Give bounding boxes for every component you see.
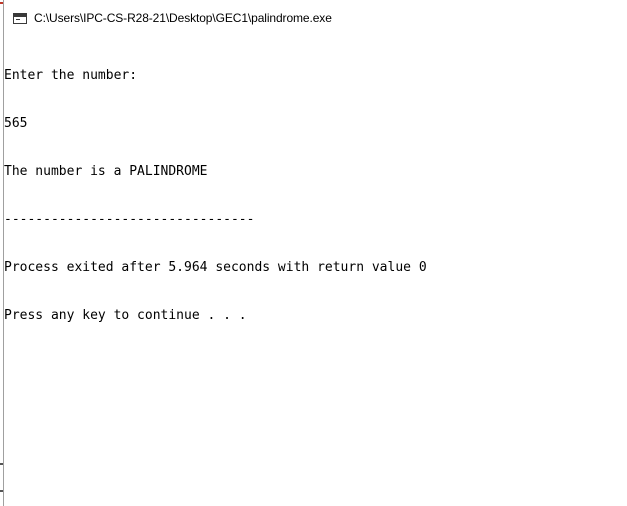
- console-line-result: The number is a PALINDROME: [4, 164, 208, 179]
- console-line-separator: --------------------------------: [4, 212, 255, 227]
- console-window[interactable]: C:\Users\IPC-CS-R28-21\Desktop\GEC1\pali…: [4, 0, 627, 506]
- edge-mark-top: [0, 2, 3, 4]
- console-output[interactable]: Enter the number: 565 The number is a PA…: [4, 36, 627, 506]
- console-line-exit-status: Process exited after 5.964 seconds with …: [4, 260, 427, 275]
- edge-mark-bottom: [0, 490, 3, 492]
- console-window-icon[interactable]: [13, 13, 27, 24]
- window-title: C:\Users\IPC-CS-R28-21\Desktop\GEC1\pali…: [34, 11, 332, 25]
- console-line-prompt: Enter the number:: [4, 68, 138, 83]
- title-bar[interactable]: C:\Users\IPC-CS-R28-21\Desktop\GEC1\pali…: [4, 0, 627, 36]
- edge-mark-middle: [0, 463, 3, 465]
- console-line-continue-prompt: Press any key to continue . . .: [4, 308, 247, 323]
- console-line-input: 565: [4, 116, 28, 131]
